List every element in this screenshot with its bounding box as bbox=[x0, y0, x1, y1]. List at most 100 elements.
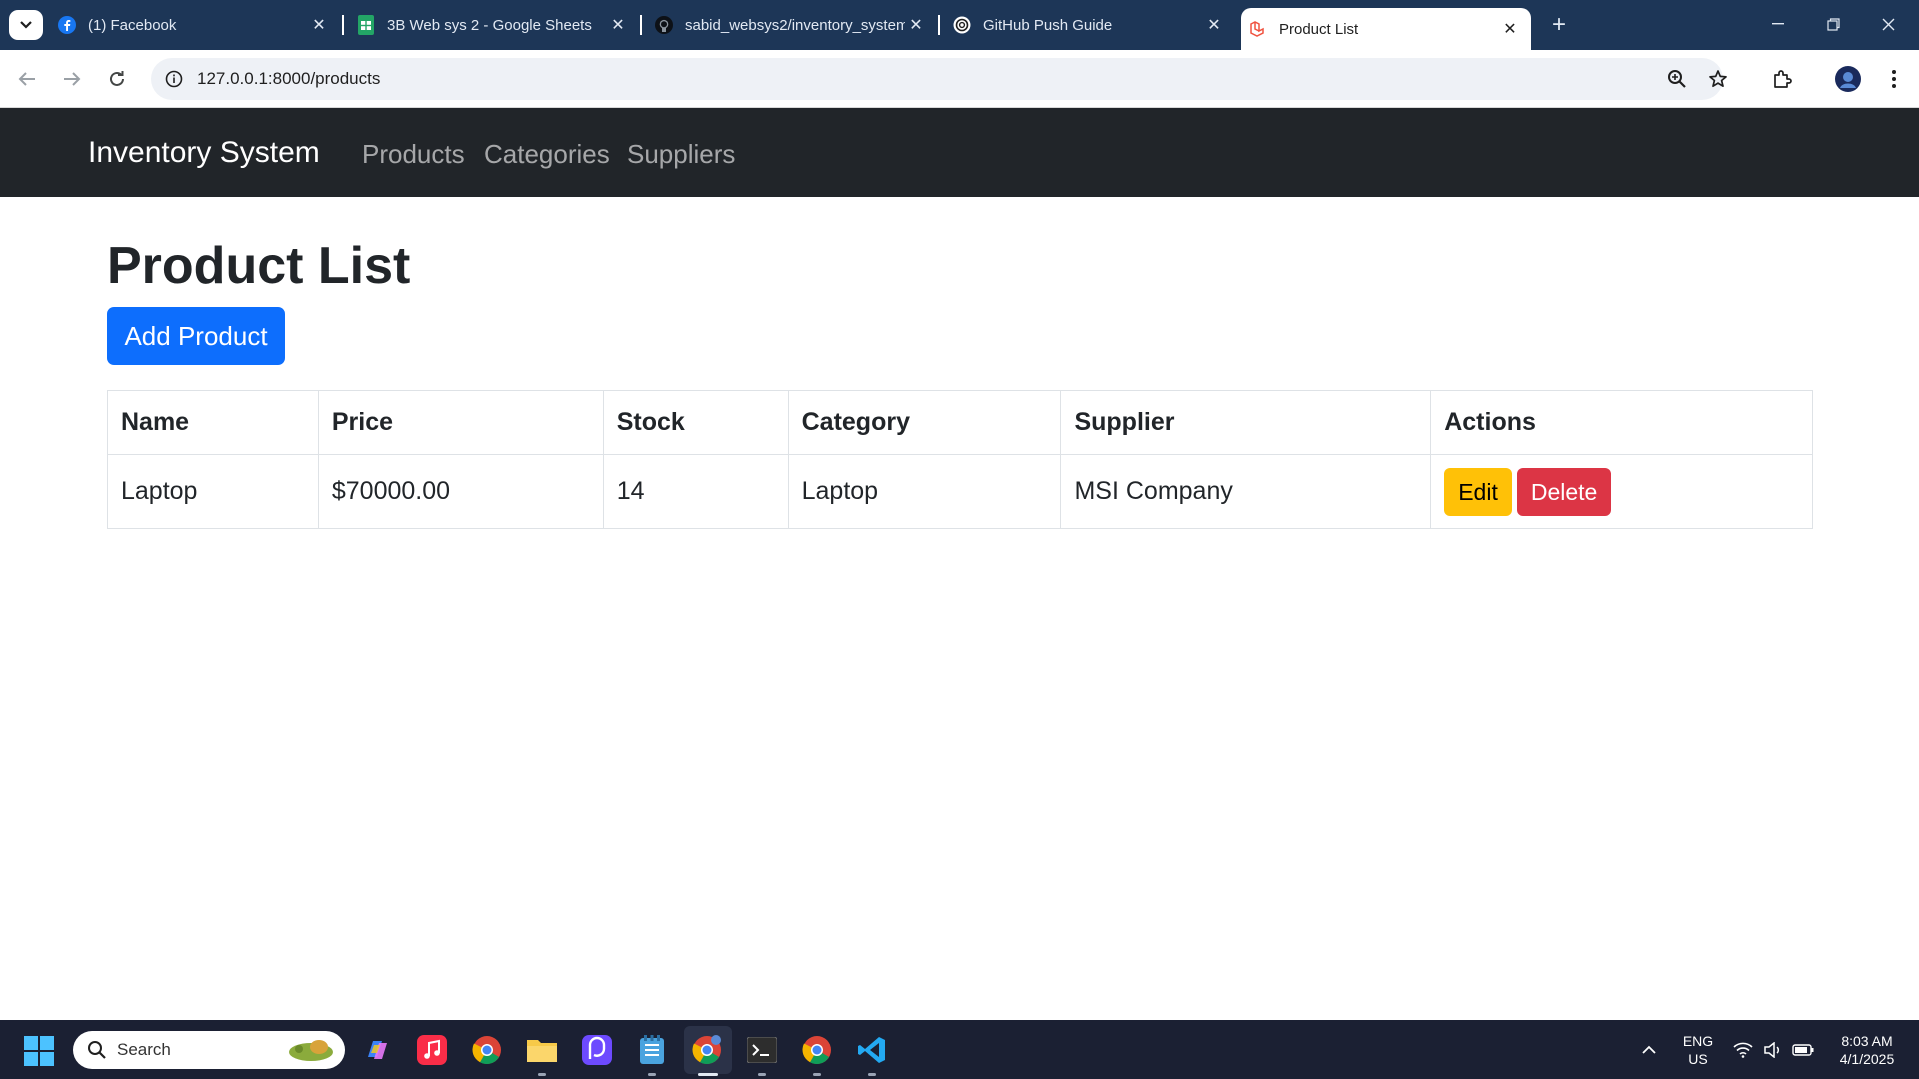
running-indicator bbox=[648, 1073, 656, 1076]
nav-categories[interactable]: Categories bbox=[484, 139, 610, 170]
browser-toolbar: 127.0.0.1:8000/products bbox=[0, 50, 1919, 108]
nav-products[interactable]: Products bbox=[362, 139, 465, 170]
tab-google-sheets[interactable]: 3B Web sys 2 - Google Sheets ✕ bbox=[357, 8, 629, 42]
volume-icon[interactable] bbox=[1756, 1033, 1790, 1067]
tab-divider bbox=[938, 15, 940, 35]
browser-menu-button[interactable] bbox=[1880, 65, 1908, 93]
search-placeholder: Search bbox=[117, 1040, 171, 1059]
close-icon[interactable]: ✕ bbox=[1499, 19, 1521, 39]
region-code: US bbox=[1688, 1051, 1708, 1067]
vscode-icon[interactable] bbox=[855, 1033, 889, 1067]
running-indicator bbox=[538, 1073, 546, 1076]
minimize-icon bbox=[1772, 23, 1784, 25]
app-navbar: Inventory System Products Categories Sup… bbox=[0, 108, 1919, 197]
add-product-button[interactable]: Add Product bbox=[107, 307, 285, 365]
arrow-left-icon bbox=[18, 72, 35, 86]
zoom-icon[interactable] bbox=[1666, 68, 1688, 90]
clock[interactable]: 8:03 AM 4/1/2025 bbox=[1822, 1032, 1912, 1068]
search-icon bbox=[88, 1041, 106, 1059]
google-sheets-icon bbox=[357, 15, 375, 35]
close-window-button[interactable] bbox=[1865, 8, 1911, 40]
arrow-right-icon bbox=[64, 72, 81, 86]
github-icon bbox=[655, 16, 673, 34]
proton-icon[interactable] bbox=[580, 1033, 614, 1067]
column-header-category: Category bbox=[787, 390, 1062, 455]
close-icon[interactable]: ✕ bbox=[607, 15, 629, 35]
brand-link[interactable]: Inventory System bbox=[88, 136, 320, 170]
puzzle-icon bbox=[1774, 70, 1792, 88]
tab-github-push-guide[interactable]: GitHub Push Guide ✕ bbox=[953, 8, 1225, 42]
running-indicator bbox=[868, 1073, 876, 1076]
active-indicator bbox=[698, 1073, 718, 1076]
file-explorer-icon[interactable] bbox=[525, 1033, 559, 1067]
running-indicator bbox=[758, 1073, 766, 1076]
site-info-icon[interactable] bbox=[163, 68, 185, 90]
close-icon[interactable]: ✕ bbox=[1203, 15, 1225, 35]
tab-title: GitHub Push Guide bbox=[983, 16, 1113, 34]
chrome-active-icon[interactable] bbox=[690, 1033, 724, 1067]
nav-suppliers[interactable]: Suppliers bbox=[627, 139, 735, 170]
chrome-icon[interactable] bbox=[470, 1033, 504, 1067]
profile-avatar[interactable] bbox=[1834, 65, 1862, 93]
laravel-icon bbox=[1249, 20, 1267, 38]
minimize-button[interactable] bbox=[1755, 8, 1801, 40]
wifi-icon[interactable] bbox=[1726, 1033, 1760, 1067]
close-icon[interactable]: ✕ bbox=[308, 15, 330, 35]
forward-button[interactable] bbox=[58, 65, 86, 93]
running-indicator bbox=[813, 1073, 821, 1076]
tab-divider bbox=[640, 15, 642, 35]
restore-button[interactable] bbox=[1810, 8, 1856, 40]
delete-button[interactable]: Delete bbox=[1516, 467, 1612, 516]
windows-taskbar: Search ENG US 8:03 AM 4/1/2025 bbox=[0, 1020, 1919, 1079]
column-header-supplier: Supplier bbox=[1060, 390, 1432, 455]
tab-title: 3B Web sys 2 - Google Sheets bbox=[387, 16, 592, 34]
tab-product-list[interactable]: Product List ✕ bbox=[1241, 8, 1531, 50]
table-row: Laptop $70000.00 14 Laptop MSI Company E… bbox=[107, 454, 1813, 529]
chevron-down-icon bbox=[20, 21, 32, 29]
table-header-row: Name Price Stock Category Supplier Actio… bbox=[107, 390, 1813, 455]
tab-title: sabid_websys2/inventory_system bbox=[685, 16, 905, 34]
tab-divider bbox=[342, 15, 344, 35]
edit-button[interactable]: Edit bbox=[1444, 467, 1512, 516]
close-icon bbox=[1882, 18, 1894, 30]
more-vert-icon bbox=[1892, 70, 1896, 88]
column-header-actions: Actions bbox=[1430, 390, 1813, 455]
language-indicator[interactable]: ENG US bbox=[1680, 1032, 1716, 1068]
tab-github[interactable]: sabid_websys2/inventory_system ✕ bbox=[655, 8, 927, 42]
chrome-icon-2[interactable] bbox=[800, 1033, 834, 1067]
reload-button[interactable] bbox=[103, 65, 131, 93]
cell-actions: Edit Delete bbox=[1430, 454, 1813, 529]
terminal-icon[interactable] bbox=[745, 1033, 779, 1067]
search-highlight-icon bbox=[289, 1040, 333, 1061]
chevron-up-icon[interactable] bbox=[1632, 1033, 1666, 1067]
column-header-name: Name bbox=[107, 390, 319, 455]
close-icon[interactable]: ✕ bbox=[905, 15, 927, 35]
new-tab-button[interactable]: + bbox=[1544, 10, 1574, 40]
tab-search-button[interactable] bbox=[9, 10, 43, 40]
bookmark-star-icon[interactable] bbox=[1707, 68, 1729, 90]
url-text[interactable]: 127.0.0.1:8000/products bbox=[197, 69, 380, 89]
back-button[interactable] bbox=[13, 65, 41, 93]
start-button[interactable] bbox=[24, 1036, 54, 1066]
battery-icon[interactable] bbox=[1786, 1033, 1820, 1067]
windows-logo-icon bbox=[24, 1036, 54, 1066]
taskbar-search-box[interactable]: Search bbox=[73, 1031, 345, 1069]
column-header-stock: Stock bbox=[602, 390, 789, 455]
reload-icon bbox=[110, 71, 124, 86]
cell-category: Laptop bbox=[787, 454, 1062, 529]
page-title: Product List bbox=[107, 237, 411, 295]
column-header-price: Price bbox=[317, 390, 604, 455]
cell-price: $70000.00 bbox=[317, 454, 604, 529]
cell-name: Laptop bbox=[107, 454, 319, 529]
apple-music-icon[interactable] bbox=[415, 1033, 449, 1067]
notepad-icon[interactable] bbox=[635, 1033, 669, 1067]
products-table: Name Price Stock Category Supplier Actio… bbox=[107, 390, 1813, 529]
extensions-button[interactable] bbox=[1768, 65, 1796, 93]
address-bar[interactable]: 127.0.0.1:8000/products bbox=[151, 58, 1727, 100]
tab-title: (1) Facebook bbox=[88, 16, 177, 34]
tab-facebook[interactable]: (1) Facebook ✕ bbox=[58, 8, 330, 42]
chatgpt-icon bbox=[953, 16, 971, 34]
copilot-icon[interactable] bbox=[360, 1033, 394, 1067]
facebook-icon bbox=[58, 16, 76, 34]
tab-title: Product List bbox=[1279, 20, 1359, 38]
